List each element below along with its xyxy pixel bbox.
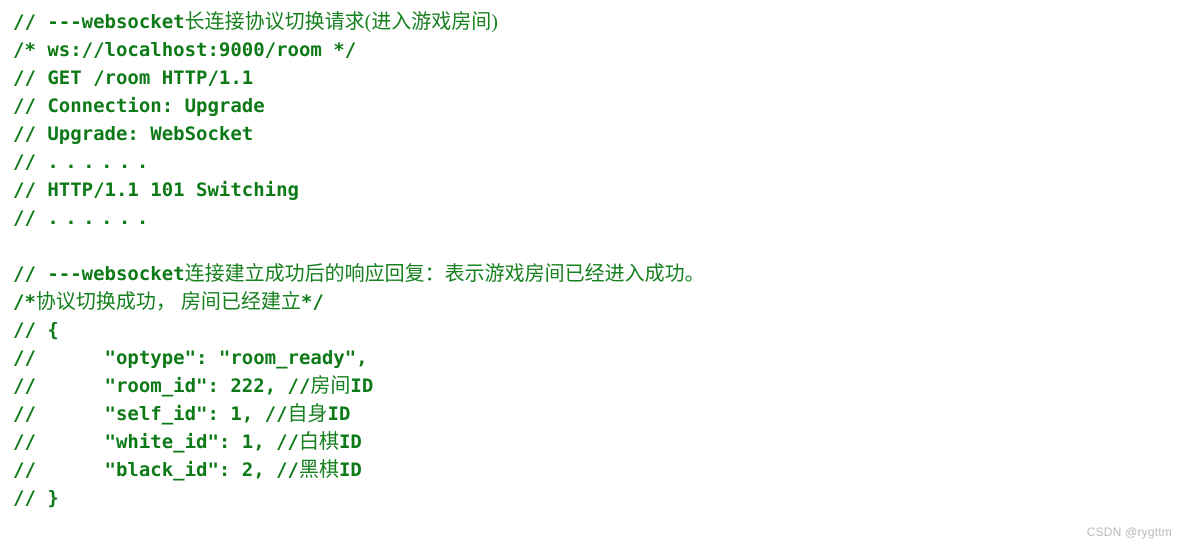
code-segment-latin: // Connection: Upgrade — [13, 95, 265, 117]
code-line: // "optype": "room_ready", — [13, 344, 1173, 372]
code-segment-cjk: 黑棋 — [298, 459, 339, 481]
code-segment-latin: // "black_id": 2, // — [13, 459, 299, 481]
code-segment-latin: // "self_id": 1, // — [13, 403, 288, 425]
code-segment-latin: ID — [338, 459, 362, 481]
code-line: /*协议切换成功， 房间已经建立*/ — [13, 288, 1173, 316]
code-segment-latin: // { — [13, 319, 59, 341]
code-segment-cjk: 协议切换成功， 房间已经建立 — [35, 291, 301, 313]
code-segment-latin: // — [13, 207, 48, 229]
code-line: // ...... — [13, 148, 1173, 176]
code-line: // ---websocket连接建立成功后的响应回复：表示游戏房间已经进入成功… — [13, 260, 1173, 288]
code-segment-cjk: 白棋 — [298, 431, 339, 453]
code-line: // "black_id": 2, //黑棋ID — [13, 456, 1173, 484]
code-line: /* ws://localhost:9000/room */ — [13, 36, 1173, 64]
code-segment-latin: // — [13, 151, 48, 173]
code-segment-latin: // ---websocket — [13, 11, 185, 33]
code-segment-latin: // } — [13, 487, 59, 509]
code-segment-latin: /* ws://localhost:9000/room */ — [13, 39, 357, 61]
code-segment-latin: ID — [350, 375, 374, 397]
code-segment-latin: // "room_id": 222, // — [13, 375, 311, 397]
code-line: // "white_id": 1, //白棋ID — [13, 428, 1173, 456]
code-segment-cjk: 连接建立成功后的响应回复：表示游戏房间已经进入成功。 — [184, 263, 705, 285]
code-segment-latin: ID — [327, 403, 351, 425]
code-line: // ---websocket长连接协议切换请求(进入游戏房间) — [13, 8, 1173, 36]
code-segment-latin: // "optype": "room_ready", — [13, 347, 368, 369]
code-segment-dots: ...... — [47, 207, 155, 229]
code-line: // HTTP/1.1 101 Switching — [13, 176, 1173, 204]
code-comment-block: // ---websocket长连接协议切换请求(进入游戏房间)/* ws://… — [13, 8, 1173, 512]
code-segment-dots: ...... — [47, 151, 155, 173]
code-segment-latin: // GET /room HTTP/1.1 — [13, 67, 254, 89]
code-segment-latin: ID — [338, 431, 362, 453]
code-segment-cjk: 长连接协议切换请求(进入游戏房间) — [184, 11, 498, 33]
code-line: // "self_id": 1, //自身ID — [13, 400, 1173, 428]
csdn-watermark: CSDN @rygttm — [1086, 525, 1172, 539]
code-line: // Upgrade: WebSocket — [13, 120, 1173, 148]
code-line: // ...... — [13, 204, 1173, 232]
code-line: // "room_id": 222, //房间ID — [13, 372, 1173, 400]
code-segment-latin: /* — [13, 291, 36, 313]
code-line: // { — [13, 316, 1173, 344]
code-segment-latin: // "white_id": 1, // — [13, 431, 299, 453]
code-line: // GET /room HTTP/1.1 — [13, 64, 1173, 92]
code-line: // Connection: Upgrade — [13, 92, 1173, 120]
code-line: // } — [13, 484, 1173, 512]
code-segment-latin: // ---websocket — [13, 263, 185, 285]
code-segment-cjk: 自身 — [287, 403, 328, 425]
code-segment-latin: // Upgrade: WebSocket — [13, 123, 254, 145]
code-segment-latin: */ — [300, 291, 324, 313]
code-segment-latin: // HTTP/1.1 101 Switching — [13, 179, 299, 201]
code-segment-cjk: 房间 — [310, 375, 351, 397]
